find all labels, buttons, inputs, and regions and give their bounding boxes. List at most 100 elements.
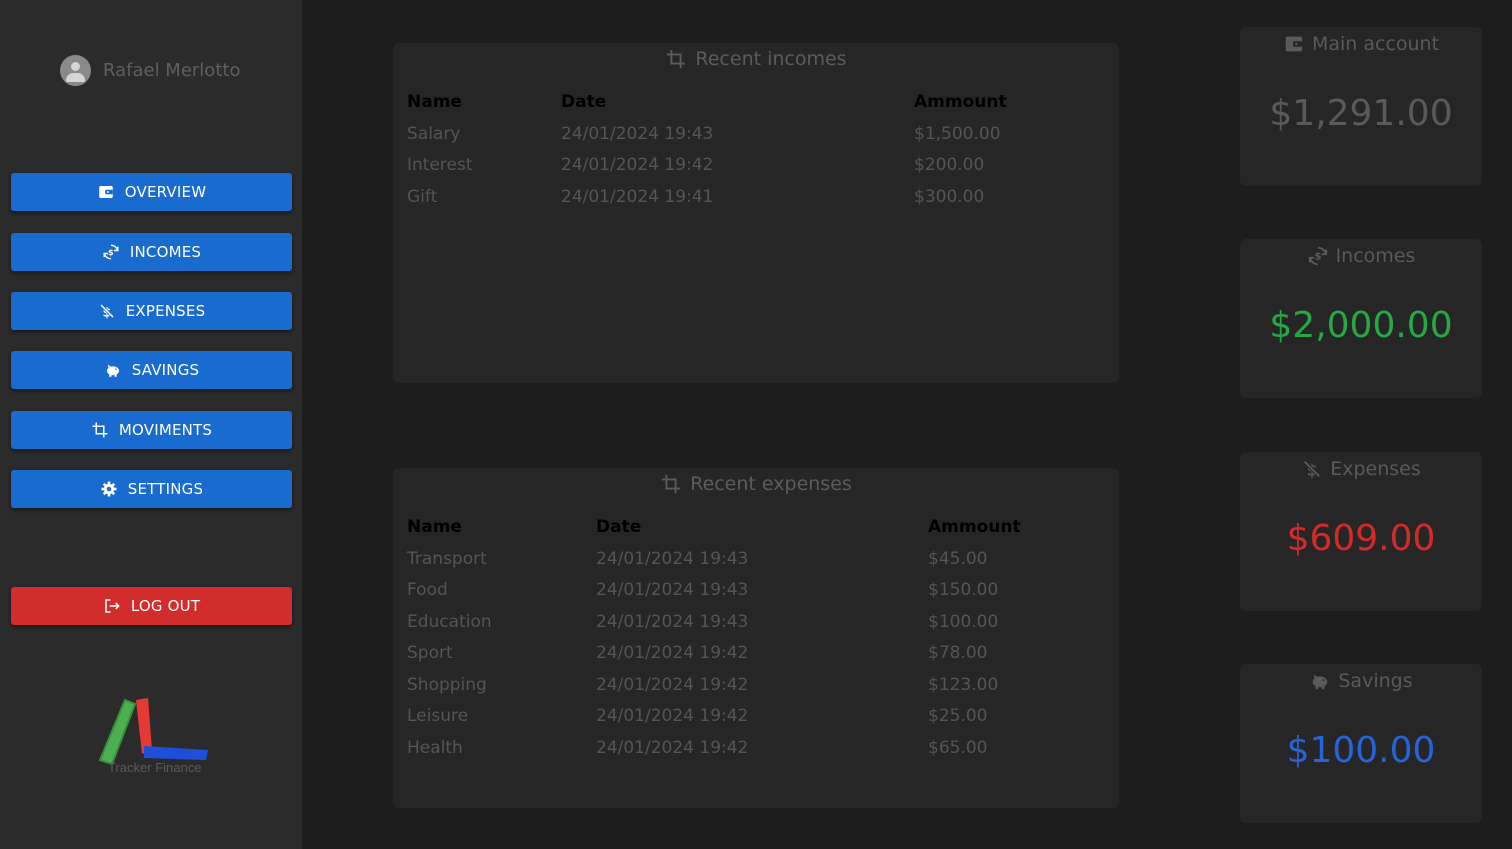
currency-exchange-icon: $ [103,244,119,260]
table-row: Shopping 24/01/2024 19:42 $123.00 [407,669,1107,701]
logout-button[interactable]: LOG OUT [11,587,292,625]
savings-label: SAVINGS [131,361,200,379]
crop-icon [667,49,686,69]
piggy-bank-icon [1313,674,1328,690]
expense-date: 24/01/2024 19:42 [596,737,749,758]
recent-expenses-title-text: Recent expenses [690,473,852,495]
incomes-title: $ Incomes [1240,245,1482,267]
expense-name: Shopping [407,674,487,695]
wallet-icon [1285,36,1303,52]
recent-incomes-title: Recent incomes [393,48,1119,70]
settings-label: SETTINGS [127,480,204,498]
expense-name: Leisure [407,706,469,727]
overview-button[interactable]: OVERVIEW [11,173,292,211]
money-off-icon: $ [99,303,114,320]
recent-incomes-title-text: Recent incomes [695,48,847,70]
column-header: Name [407,517,462,537]
expense-amount: $25.00 [928,706,988,727]
expenses-button[interactable]: $ EXPENSES [11,292,292,330]
table-row: Sport 24/01/2024 19:42 $78.00 [407,638,1107,670]
main-account-card: Main account $1,291.00 [1240,27,1482,186]
recent-incomes-card: Recent incomes Name Date Ammount Salary … [393,43,1119,383]
income-amount: $200.00 [914,155,985,176]
avatar [60,55,91,86]
expense-date: 24/01/2024 19:42 [596,674,749,695]
expense-amount: $100.00 [928,611,999,632]
moviments-button[interactable]: MOVIMENTS [11,411,292,449]
table-row: Food 24/01/2024 19:43 $150.00 [407,575,1107,607]
expenses-amount: $609.00 [1286,518,1436,559]
column-header: Name [407,92,462,112]
column-header: Ammount [928,517,1021,537]
crop-icon [662,474,681,494]
recent-expenses-title: Recent expenses [393,473,1119,495]
table-header-row: Name Date Ammount [407,511,1107,543]
income-name: Gift [407,186,438,207]
savings-label: Savings [1338,670,1413,692]
expense-date: 24/01/2024 19:42 [596,706,749,727]
column-header: Date [596,517,642,537]
savings-title: Savings [1240,670,1482,692]
recent-expenses-card: Recent expenses Name Date Ammount Transp… [393,468,1119,808]
svg-text:$: $ [1314,252,1321,263]
expenses-label: Expenses [1330,458,1421,480]
table-row: Education 24/01/2024 19:43 $100.00 [407,606,1107,638]
currency-exchange-icon: $ [1308,246,1327,266]
overview-label: OVERVIEW [124,183,207,201]
incomes-button[interactable]: $ INCOMES [11,233,292,271]
main-account-title: Main account [1240,33,1482,55]
income-amount: $300.00 [914,186,985,207]
column-header: Date [561,92,607,112]
expense-date: 24/01/2024 19:43 [596,548,749,569]
moviments-label: MOVIMENTS [118,421,213,439]
expense-amount: $65.00 [928,737,988,758]
expense-name: Education [407,611,492,632]
table-row: Gift 24/01/2024 19:41 $300.00 [407,181,1107,213]
income-name: Interest [407,155,473,176]
recent-incomes-table: Name Date Ammount Salary 24/01/2024 19:4… [407,86,1107,213]
main-account-amount: $1,291.00 [1269,93,1453,134]
incomes-amount: $2,000.00 [1269,305,1453,346]
main-account-label: Main account [1311,33,1440,55]
recent-expenses-table: Name Date Ammount Transport 24/01/2024 1… [407,511,1107,764]
income-date: 24/01/2024 19:43 [561,123,714,144]
user-profile[interactable]: Rafael Merlotto [60,55,240,86]
money-off-icon: $ [1303,460,1321,479]
table-row: Transport 24/01/2024 19:43 $45.00 [407,543,1107,575]
expense-amount: $78.00 [928,643,988,664]
svg-text:$: $ [108,247,114,257]
settings-button[interactable]: SETTINGS [11,470,292,508]
expense-name: Transport [407,548,487,569]
income-date: 24/01/2024 19:41 [561,186,714,207]
savings-amount: $100.00 [1286,730,1436,771]
expense-name: Sport [407,643,453,664]
sidebar: Rafael Merlotto OVERVIEW $ INCOMES $ EXP… [0,0,302,849]
expense-name: Food [407,580,448,601]
user-name: Rafael Merlotto [103,60,241,81]
savings-card: Savings $100.00 [1240,664,1482,823]
incomes-card: $ Incomes $2,000.00 [1240,239,1482,398]
expenses-card: $ Expenses $609.00 [1240,452,1482,611]
expense-amount: $123.00 [928,674,999,695]
column-header: Ammount [914,92,1007,112]
expense-date: 24/01/2024 19:42 [596,643,749,664]
table-row: Salary 24/01/2024 19:43 $1,500.00 [407,118,1107,150]
incomes-label: Incomes [1335,245,1416,267]
expense-date: 24/01/2024 19:43 [596,580,749,601]
table-row: Leisure 24/01/2024 19:42 $25.00 [407,701,1107,733]
wallet-icon [99,186,113,198]
table-row: Health 24/01/2024 19:42 $65.00 [407,732,1107,764]
income-name: Salary [407,123,461,144]
income-amount: $1,500.00 [914,123,1001,144]
savings-button[interactable]: SAVINGS [11,351,292,389]
incomes-label: INCOMES [129,243,202,261]
expense-amount: $150.00 [928,580,999,601]
crop-icon [92,422,108,438]
expenses-title: $ Expenses [1240,458,1482,480]
expenses-label: EXPENSES [125,302,206,320]
logout-icon [105,599,120,613]
table-header-row: Name Date Ammount [407,86,1107,118]
logo-text: Tracker Finance [108,760,202,775]
logout-label: LOG OUT [130,597,201,615]
table-row: Interest 24/01/2024 19:42 $200.00 [407,150,1107,182]
